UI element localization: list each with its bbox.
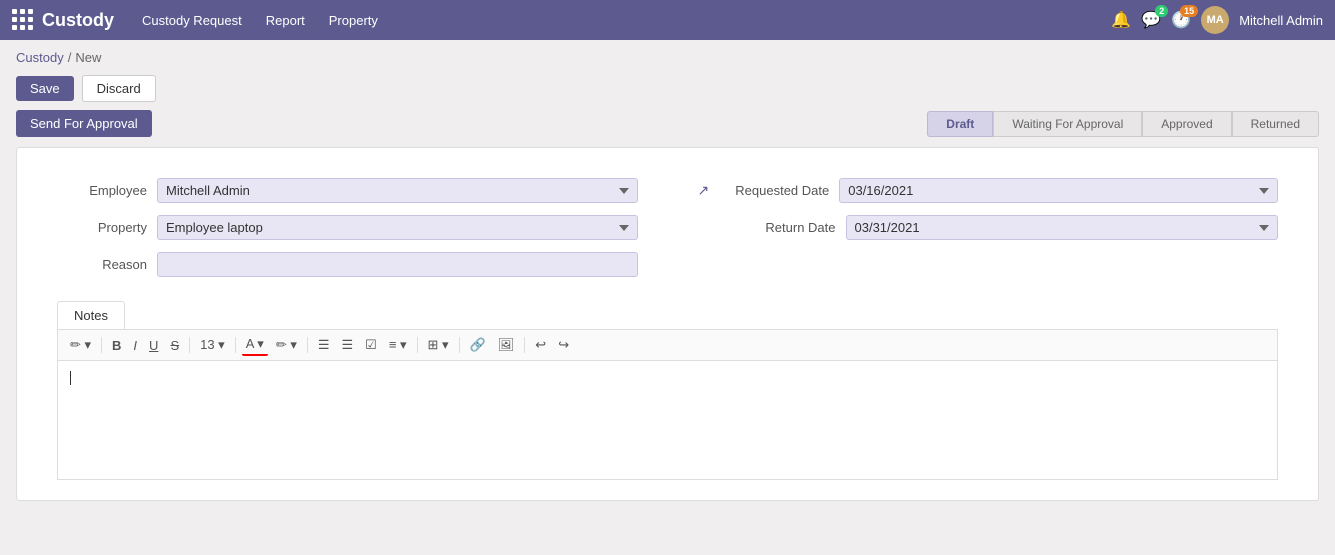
status-step-returned[interactable]: Returned — [1232, 111, 1319, 137]
reason-row: Reason — [57, 252, 638, 277]
toolbar-divider-5 — [417, 337, 418, 353]
toolbar-bold-button[interactable]: B — [108, 336, 125, 355]
action-bar: Save Discard — [0, 71, 1335, 110]
toolbar-fontsize-button[interactable]: 13 ▾ — [196, 335, 229, 355]
toolbar-undo-button[interactable]: ↩ — [531, 335, 550, 355]
clock-badge: 15 — [1180, 5, 1198, 17]
app-logo[interactable]: Custody — [12, 9, 114, 31]
top-navigation: Custody Custody Request Report Property … — [0, 0, 1335, 40]
form-right: ↗ Requested Date 03/16/2021 Return Date … — [698, 178, 1279, 277]
return-date-label: Return Date — [726, 220, 836, 235]
reason-label: Reason — [57, 257, 147, 272]
clock-icon[interactable]: 🕐 15 — [1171, 10, 1191, 30]
toolbar-italic-button[interactable]: I — [129, 336, 141, 355]
reason-input[interactable] — [157, 252, 638, 277]
toolbar-link-button[interactable]: 🔗 — [466, 335, 490, 355]
editor-toolbar: ✏ ▾ B I U S 13 ▾ A ▾ ✏ ▾ ☰ ☰ ☑ ≡ ▾ ⊞ ▾ 🔗 — [57, 329, 1278, 360]
external-link-icon[interactable]: ↗ — [698, 182, 710, 199]
main-content: Employee Mitchell Admin Property Employe… — [0, 147, 1335, 517]
toolbar-divider-3 — [235, 337, 236, 353]
toolbar-underline-button[interactable]: U — [145, 336, 162, 355]
avatar[interactable]: MA — [1201, 6, 1229, 34]
toolbar-bullet-button[interactable]: ☰ — [314, 335, 334, 355]
form-card: Employee Mitchell Admin Property Employe… — [16, 147, 1319, 501]
app-name: Custody — [42, 10, 114, 31]
user-name[interactable]: Mitchell Admin — [1239, 13, 1323, 28]
toolbar-fontcolor-button[interactable]: A ▾ — [242, 334, 268, 356]
toolbar-divider-2 — [189, 337, 190, 353]
toolbar-checkbox-button[interactable]: ☑ — [361, 335, 381, 355]
top-menu: Custody Request Report Property — [134, 9, 1091, 32]
toolbar-divider-7 — [524, 337, 525, 353]
send-approval-button[interactable]: Send For Approval — [16, 110, 152, 137]
toolbar-table-button[interactable]: ⊞ ▾ — [424, 335, 453, 355]
breadcrumb-parent[interactable]: Custody — [16, 50, 64, 65]
toolbar-highlight-button[interactable]: ✏ ▾ — [272, 335, 301, 355]
form-left: Employee Mitchell Admin Property Employe… — [57, 178, 638, 277]
notes-tab[interactable]: Notes — [57, 301, 125, 329]
messages-badge: 2 — [1155, 5, 1168, 17]
property-row: Property Employee laptop — [57, 215, 638, 240]
toolbar-strikethrough-button[interactable]: S — [166, 336, 183, 355]
employee-label: Employee — [57, 183, 147, 198]
status-bar: Send For Approval Draft Waiting For Appr… — [0, 110, 1335, 147]
status-step-approved[interactable]: Approved — [1142, 111, 1231, 137]
breadcrumb: Custody / New — [0, 40, 1335, 71]
menu-item-report[interactable]: Report — [258, 9, 313, 32]
grid-icon — [12, 9, 34, 31]
discard-button[interactable]: Discard — [82, 75, 156, 102]
cursor — [70, 371, 71, 385]
breadcrumb-current: New — [75, 50, 101, 65]
property-label: Property — [57, 220, 147, 235]
requested-date-label: Requested Date — [719, 183, 829, 198]
return-date-row: Return Date 03/31/2021 — [698, 215, 1279, 240]
status-step-draft[interactable]: Draft — [927, 111, 993, 137]
property-select[interactable]: Employee laptop — [157, 215, 638, 240]
notifications-icon[interactable]: 🔔 — [1111, 10, 1131, 30]
toolbar-image-button[interactable]: 🖼 — [494, 335, 519, 355]
form-grid: Employee Mitchell Admin Property Employe… — [57, 178, 1278, 277]
menu-item-custody-request[interactable]: Custody Request — [134, 9, 250, 32]
notes-section: Notes ✏ ▾ B I U S 13 ▾ A ▾ ✏ ▾ ☰ ☰ ☑ ≡ ▾… — [57, 301, 1278, 480]
toolbar-divider-1 — [101, 337, 102, 353]
status-step-waiting[interactable]: Waiting For Approval — [993, 111, 1142, 137]
employee-row: Employee Mitchell Admin — [57, 178, 638, 203]
requested-date-select[interactable]: 03/16/2021 — [839, 178, 1278, 203]
return-date-select[interactable]: 03/31/2021 — [846, 215, 1279, 240]
toolbar-align-button[interactable]: ≡ ▾ — [385, 335, 411, 355]
notes-editor[interactable] — [57, 360, 1278, 480]
toolbar-numbered-button[interactable]: ☰ — [338, 335, 358, 355]
toolbar-divider-6 — [459, 337, 460, 353]
toolbar-redo-button[interactable]: ↪ — [554, 335, 573, 355]
employee-select[interactable]: Mitchell Admin — [157, 178, 638, 203]
toolbar-divider-4 — [307, 337, 308, 353]
menu-item-property[interactable]: Property — [321, 9, 386, 32]
status-steps: Draft Waiting For Approval Approved Retu… — [927, 111, 1319, 137]
toolbar-pen-button[interactable]: ✏ ▾ — [66, 335, 95, 355]
messages-icon[interactable]: 💬 2 — [1141, 10, 1161, 30]
topnav-right: 🔔 💬 2 🕐 15 MA Mitchell Admin — [1111, 6, 1323, 34]
save-button[interactable]: Save — [16, 76, 74, 101]
breadcrumb-separator: / — [68, 50, 72, 65]
requested-date-row: ↗ Requested Date 03/16/2021 — [698, 178, 1279, 203]
